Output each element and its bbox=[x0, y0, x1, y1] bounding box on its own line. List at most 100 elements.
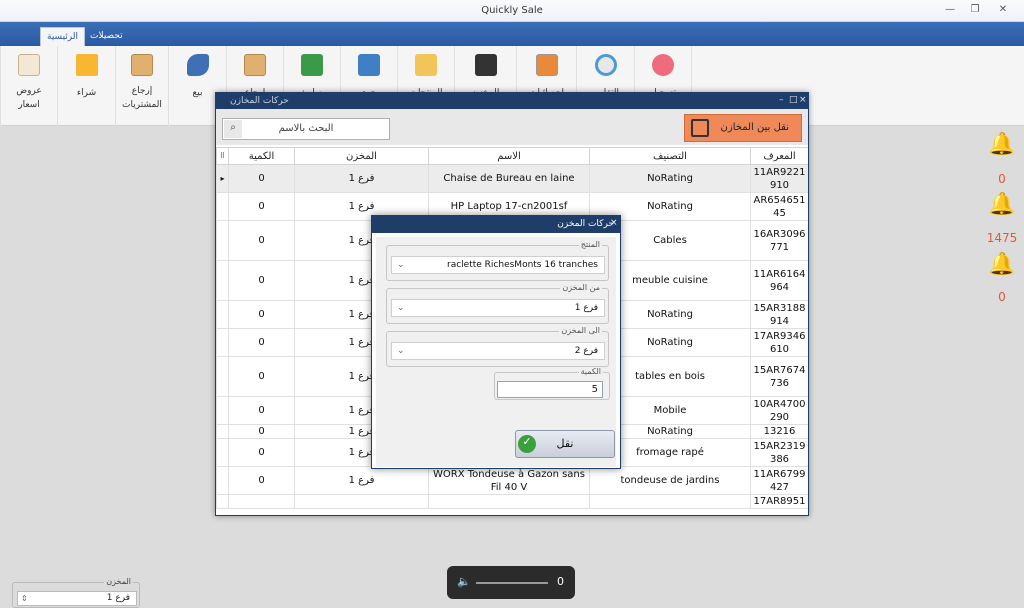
table-row[interactable]: ▸ 0 فرع 1 Chaise de Bureau en laine NoRating… bbox=[216, 164, 808, 193]
id-cell[interactable]: 15AR7674 736 bbox=[750, 356, 808, 397]
bell-blue-icon[interactable]: 🔔 bbox=[986, 252, 1018, 280]
volume-slider[interactable] bbox=[476, 582, 548, 584]
row-selector-cell[interactable] bbox=[216, 328, 229, 357]
minimize-button[interactable]: — bbox=[942, 4, 958, 15]
qty-cell[interactable]: 0 bbox=[228, 260, 295, 301]
qty-cell[interactable]: 0 bbox=[228, 300, 295, 329]
row-selector-cell[interactable] bbox=[216, 260, 229, 301]
column-header-qty[interactable]: الكمية bbox=[228, 147, 295, 165]
search-icon[interactable]: ⌕ bbox=[224, 120, 242, 138]
tab-collections[interactable]: تحصيلات bbox=[84, 27, 129, 46]
notification-count: 1475 bbox=[986, 231, 1018, 245]
close-icon[interactable]: × bbox=[799, 95, 807, 105]
row-selector-cell[interactable] bbox=[216, 494, 229, 509]
power-icon bbox=[652, 54, 674, 76]
store-cell[interactable]: فرع 1 bbox=[294, 164, 429, 193]
id-cell[interactable]: 13216 bbox=[750, 424, 808, 439]
window-caption: حركات المخازن – □ × bbox=[216, 93, 808, 109]
bottom-store-label: المخزن bbox=[104, 577, 133, 586]
cart-icon bbox=[75, 54, 98, 76]
id-cell[interactable]: 10AR4700 290 bbox=[750, 396, 808, 425]
name-cell[interactable]: WORX Tondeuse à Gazon sans Fil 40 V bbox=[428, 466, 590, 495]
column-header-name[interactable]: الاسم bbox=[428, 147, 590, 165]
speaker-muted-icon[interactable]: 🔈 bbox=[457, 575, 471, 588]
quantity-input[interactable]: 5 bbox=[497, 381, 603, 398]
bottom-store-value: فرع 1 bbox=[106, 593, 130, 603]
window-title: حركات المخازن bbox=[230, 96, 289, 106]
quote-icon bbox=[18, 54, 40, 76]
transfer-between-stores-button[interactable]: نقل بين المخازن bbox=[684, 114, 802, 142]
close-button[interactable]: ✕ bbox=[995, 4, 1011, 15]
maximize-icon[interactable]: □ bbox=[789, 95, 798, 105]
id-cell[interactable]: 11AR9221 910 bbox=[750, 164, 808, 193]
bottom-store-group: المخزن ⇕ فرع 1 bbox=[12, 577, 140, 608]
ribbon-label: عروض اسعار bbox=[16, 86, 42, 110]
move-button[interactable]: ✓ نقل bbox=[515, 430, 615, 458]
row-selector-cell[interactable]: ▸ bbox=[216, 164, 229, 193]
category-cell[interactable]: NoRating bbox=[589, 164, 751, 193]
row-selector-cell[interactable] bbox=[216, 300, 229, 329]
qty-cell[interactable]: 0 bbox=[228, 164, 295, 193]
qty-cell[interactable]: 0 bbox=[228, 438, 295, 467]
column-header-category[interactable]: التصنيف bbox=[589, 147, 751, 165]
name-cell[interactable] bbox=[428, 494, 590, 509]
return-icon bbox=[244, 54, 266, 76]
tab-home[interactable]: الرئيسية bbox=[40, 27, 85, 46]
qty-cell[interactable]: 0 bbox=[228, 356, 295, 397]
row-selector-cell[interactable] bbox=[216, 356, 229, 397]
from-store-label: من المخزن bbox=[560, 283, 602, 292]
chevron-down-icon: ⌄ bbox=[397, 346, 405, 356]
bell-green-icon[interactable]: 🔔 bbox=[986, 192, 1018, 220]
ribbon-purchase-button[interactable]: شراء bbox=[57, 46, 115, 126]
qty-cell[interactable]: 0 bbox=[228, 220, 295, 261]
minimize-icon[interactable]: – bbox=[779, 95, 784, 105]
product-group: المنتج ⌄ raclette RichesMonts 16 tranche… bbox=[386, 240, 609, 281]
app-title: Quickly Sale bbox=[481, 5, 543, 16]
bottom-store-select[interactable]: ⇕ فرع 1 bbox=[17, 591, 137, 606]
to-store-group: الى المخزن ⌄ فرع 2 bbox=[386, 326, 609, 367]
category-cell[interactable]: tondeuse de jardins bbox=[589, 466, 751, 495]
table-row[interactable]: 17AR8951 bbox=[216, 494, 808, 509]
ribbon-quotes-button[interactable]: عروض اسعار bbox=[0, 46, 57, 126]
row-selector-cell[interactable] bbox=[216, 220, 229, 261]
maximize-button[interactable]: ❐ bbox=[967, 4, 983, 15]
qty-cell[interactable] bbox=[228, 494, 295, 509]
store-cell[interactable]: فرع 1 bbox=[294, 466, 429, 495]
chevron-down-icon: ⌄ bbox=[397, 260, 405, 270]
search-input[interactable]: ⌕ البحث بالاسم bbox=[222, 118, 390, 140]
name-cell[interactable]: Chaise de Bureau en laine bbox=[428, 164, 590, 193]
qty-cell[interactable]: 0 bbox=[228, 192, 295, 221]
table-row[interactable]: 0 فرع 1 WORX Tondeuse à Gazon sans Fil 40 … bbox=[216, 466, 808, 495]
id-cell[interactable]: AR654651 45 bbox=[750, 192, 808, 221]
product-select[interactable]: ⌄ raclette RichesMonts 16 tranches bbox=[391, 256, 605, 274]
id-cell[interactable]: 16AR3096 771 bbox=[750, 220, 808, 261]
id-cell[interactable]: 17AR9346 610 bbox=[750, 328, 808, 357]
row-selector-cell[interactable] bbox=[216, 466, 229, 495]
row-selector-cell[interactable] bbox=[216, 396, 229, 425]
qty-cell[interactable]: 0 bbox=[228, 396, 295, 425]
search-placeholder: البحث بالاسم bbox=[278, 123, 334, 134]
id-cell[interactable]: 17AR8951 bbox=[750, 494, 808, 509]
products-icon bbox=[415, 54, 437, 76]
id-cell[interactable]: 11AR6799 427 bbox=[750, 466, 808, 495]
dialog-body: المنتج ⌄ raclette RichesMonts 16 tranche… bbox=[376, 237, 616, 467]
column-header-store[interactable]: المخزن bbox=[294, 147, 429, 165]
category-cell[interactable] bbox=[589, 494, 751, 509]
qty-cell[interactable]: 0 bbox=[228, 466, 295, 495]
id-cell[interactable]: 15AR3188 914 bbox=[750, 300, 808, 329]
bell-orange-icon[interactable]: 🔔 bbox=[986, 132, 1018, 160]
from-store-select[interactable]: ⌄ فرع 1 bbox=[391, 299, 605, 317]
to-store-select[interactable]: ⌄ فرع 2 bbox=[391, 342, 605, 360]
qty-cell[interactable]: 0 bbox=[228, 328, 295, 357]
row-selector-cell[interactable] bbox=[216, 438, 229, 467]
column-header-id[interactable]: المعرف bbox=[750, 147, 808, 165]
qty-cell[interactable]: 0 bbox=[228, 424, 295, 439]
store-cell[interactable] bbox=[294, 494, 429, 509]
ribbon-return-purchase-button[interactable]: إرجاع المشتريات bbox=[115, 46, 168, 126]
row-selector-cell[interactable] bbox=[216, 424, 229, 439]
stats-icon bbox=[535, 54, 558, 76]
id-cell[interactable]: 11AR6164 964 bbox=[750, 260, 808, 301]
row-selector-cell[interactable] bbox=[216, 192, 229, 221]
to-store-label: الى المخزن bbox=[559, 326, 602, 335]
id-cell[interactable]: 15AR2319 386 bbox=[750, 438, 808, 467]
